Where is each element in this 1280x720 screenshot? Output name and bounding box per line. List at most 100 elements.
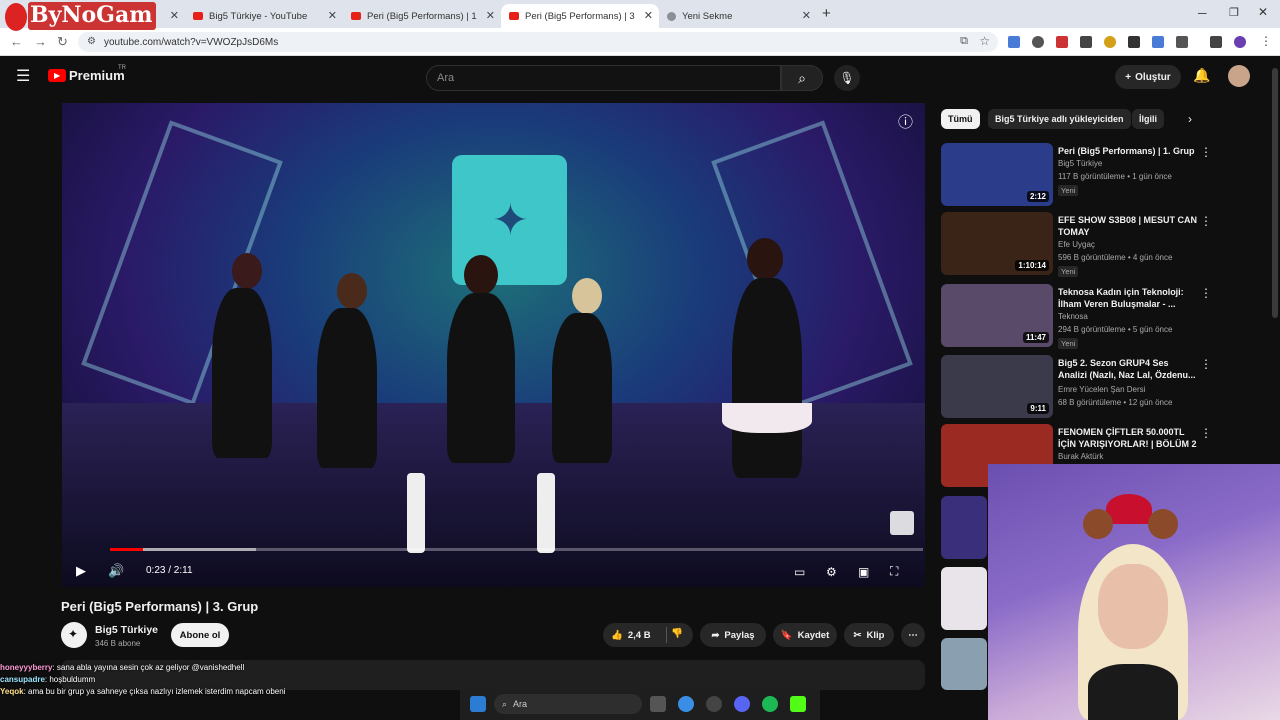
subscribe-button[interactable]: Abone ol <box>171 623 229 647</box>
media-icon[interactable] <box>1210 36 1222 48</box>
related-title[interactable]: Big5 2. Sezon GRUP4 Ses Analizi (Nazlı, … <box>1058 357 1198 381</box>
premium-brand-label[interactable]: Premium <box>69 68 125 83</box>
browser-menu-icon[interactable]: ⋮ <box>1260 34 1272 48</box>
taskbar-search[interactable]: ⌕ Ara <box>494 694 642 714</box>
url-field[interactable]: ⚙ youtube.com/watch?v=VWOZpJsD6Ms ⧉ ☆ <box>78 32 998 52</box>
search-button[interactable]: ⌕ <box>781 65 823 91</box>
more-actions-button[interactable]: ⋯ <box>901 623 925 647</box>
video-thumbnail[interactable]: 9:11 <box>941 355 1053 418</box>
related-channel[interactable]: Teknosa <box>1058 312 1088 321</box>
play-icon[interactable]: ▶ <box>76 563 86 579</box>
channel-watermark-icon[interactable] <box>890 511 914 535</box>
related-title[interactable]: EFE SHOW S3B08 | MESUT CAN TOMAY <box>1058 214 1198 238</box>
video-player[interactable]: ✦ ⓘ ▶ 🔊 0:23 / 2:11 ▭ ⚙ ▣ ⛶ <box>62 103 925 587</box>
tab-close-icon[interactable]: ✕ <box>486 9 495 22</box>
tab-close-icon[interactable]: ✕ <box>170 9 179 22</box>
create-button[interactable]: + Oluştur <box>1115 65 1181 89</box>
related-title[interactable]: FENOMEN ÇİFTLER 50.000TL İÇİN YARIŞIYORL… <box>1058 426 1198 450</box>
site-info-icon[interactable]: ⚙ <box>87 36 96 47</box>
minimize-icon[interactable]: ─ <box>1198 6 1207 20</box>
page-scrollbar[interactable] <box>1272 68 1278 318</box>
related-channel[interactable]: Big5 Türkiye <box>1058 159 1102 168</box>
thumbs-up-icon[interactable]: 👍 <box>611 630 623 641</box>
close-window-icon[interactable]: ✕ <box>1258 5 1268 19</box>
subtitles-icon[interactable]: ▭ <box>794 565 805 579</box>
volume-icon[interactable]: 🔊 <box>108 563 124 579</box>
extension-icon[interactable] <box>1080 36 1092 48</box>
related-channel[interactable]: Burak Aktürk <box>1058 452 1103 461</box>
theater-mode-icon[interactable]: ▣ <box>858 565 869 579</box>
install-icon[interactable]: ⧉ <box>960 35 968 48</box>
browser-tab[interactable]: Big5 Türkiye - YouTube ✕ <box>185 4 343 28</box>
extension-icon[interactable] <box>1104 36 1116 48</box>
shield-extension-icon[interactable] <box>1032 36 1044 48</box>
video-thumbnail[interactable]: 2:12 <box>941 143 1053 206</box>
extensions-puzzle-icon[interactable] <box>1176 36 1188 48</box>
extension-icon[interactable] <box>1152 36 1164 48</box>
hamburger-menu-icon[interactable]: ☰ <box>16 66 30 86</box>
save-button[interactable]: 🔖 Kaydet <box>773 623 837 647</box>
browser-tab[interactable]: Peri (Big5 Performans) | 1. Grup ✕ <box>343 4 501 28</box>
spotify-icon[interactable] <box>762 696 778 712</box>
progress-bar[interactable] <box>110 548 923 551</box>
video-thumbnail[interactable]: 11:47 <box>941 284 1053 347</box>
related-video-item[interactable]: 9:11 Big5 2. Sezon GRUP4 Ses Analizi (Na… <box>941 355 1212 419</box>
settings-gear-icon[interactable]: ⚙ <box>826 565 837 579</box>
browser-tab[interactable]: Yeni Sekme ✕ <box>659 4 817 28</box>
discord-icon[interactable] <box>734 696 750 712</box>
chevron-right-icon[interactable]: › <box>1188 112 1192 126</box>
obs-icon[interactable] <box>706 696 722 712</box>
browser-tab-active[interactable]: Peri (Big5 Performans) | 3. Grup ✕ <box>501 4 659 28</box>
profile-avatar-icon[interactable] <box>1234 36 1246 48</box>
related-channel[interactable]: Efe Uygaç <box>1058 240 1095 249</box>
reload-icon[interactable]: ↻ <box>57 34 68 50</box>
more-vertical-icon[interactable]: ⋮ <box>1200 426 1212 440</box>
video-thumbnail[interactable] <box>941 496 987 559</box>
youtube-logo-icon[interactable]: ▶ <box>48 69 66 82</box>
chip-all[interactable]: Tümü <box>941 109 980 129</box>
more-vertical-icon[interactable]: ⋮ <box>1200 145 1212 159</box>
chip-from-uploader[interactable]: Big5 Türkiye adlı yükleyiciden <box>988 109 1131 129</box>
kick-icon[interactable] <box>790 696 806 712</box>
notifications-bell-icon[interactable]: 🔔 <box>1193 67 1210 84</box>
chip-related[interactable]: İlgili <box>1132 109 1164 129</box>
extension-icon[interactable] <box>1056 36 1068 48</box>
like-count[interactable]: 2,4 B <box>628 630 651 641</box>
account-avatar[interactable] <box>1228 65 1250 87</box>
back-icon[interactable]: ← <box>10 34 23 49</box>
thumbs-down-icon[interactable]: 👎 <box>671 628 683 639</box>
task-view-icon[interactable] <box>650 696 666 712</box>
logo-emblem-icon <box>5 3 27 31</box>
more-vertical-icon[interactable]: ⋮ <box>1200 357 1212 371</box>
related-title[interactable]: Teknosa Kadın için Teknoloji: İlham Vere… <box>1058 286 1198 310</box>
voice-search-button[interactable]: 🎙 <box>834 65 860 91</box>
more-vertical-icon[interactable]: ⋮ <box>1200 286 1212 300</box>
related-channel[interactable]: Emre Yücelen Şan Dersi <box>1058 385 1145 394</box>
related-video-item[interactable]: 1:10:14 EFE SHOW S3B08 | MESUT CAN TOMAY… <box>941 212 1212 277</box>
translate-extension-icon[interactable] <box>1008 36 1020 48</box>
windows-start-icon[interactable] <box>470 696 486 712</box>
new-tab-icon[interactable]: + <box>822 5 831 22</box>
tab-close-icon[interactable]: ✕ <box>644 9 653 22</box>
channel-name[interactable]: Big5 Türkiye <box>95 624 158 636</box>
fullscreen-icon[interactable]: ⛶ <box>890 564 898 579</box>
tab-close-icon[interactable]: ✕ <box>328 9 337 22</box>
tab-close-icon[interactable]: ✕ <box>802 9 811 22</box>
video-thumbnail[interactable] <box>941 567 987 630</box>
video-thumbnail[interactable]: 1:10:14 <box>941 212 1053 275</box>
forward-icon[interactable]: → <box>34 34 47 49</box>
related-title[interactable]: Peri (Big5 Performans) | 1. Grup <box>1058 145 1198 157</box>
extension-icon[interactable] <box>1128 36 1140 48</box>
maximize-icon[interactable]: ❐ <box>1229 6 1239 19</box>
clip-button[interactable]: ✂ Klip <box>844 623 894 647</box>
video-thumbnail[interactable] <box>941 638 987 690</box>
share-button[interactable]: ➦ Paylaş <box>700 623 766 647</box>
more-vertical-icon[interactable]: ⋮ <box>1200 214 1212 228</box>
related-video-item[interactable]: 2:12 Peri (Big5 Performans) | 1. Grup Bi… <box>941 143 1212 207</box>
chrome-icon[interactable] <box>678 696 694 712</box>
channel-avatar[interactable]: ✦ <box>61 622 87 648</box>
info-icon[interactable]: ⓘ <box>898 111 913 132</box>
search-input[interactable]: Ara <box>426 65 781 91</box>
related-video-item[interactable]: 11:47 Teknosa Kadın için Teknoloji: İlha… <box>941 284 1212 349</box>
bookmark-star-icon[interactable]: ☆ <box>979 34 990 48</box>
